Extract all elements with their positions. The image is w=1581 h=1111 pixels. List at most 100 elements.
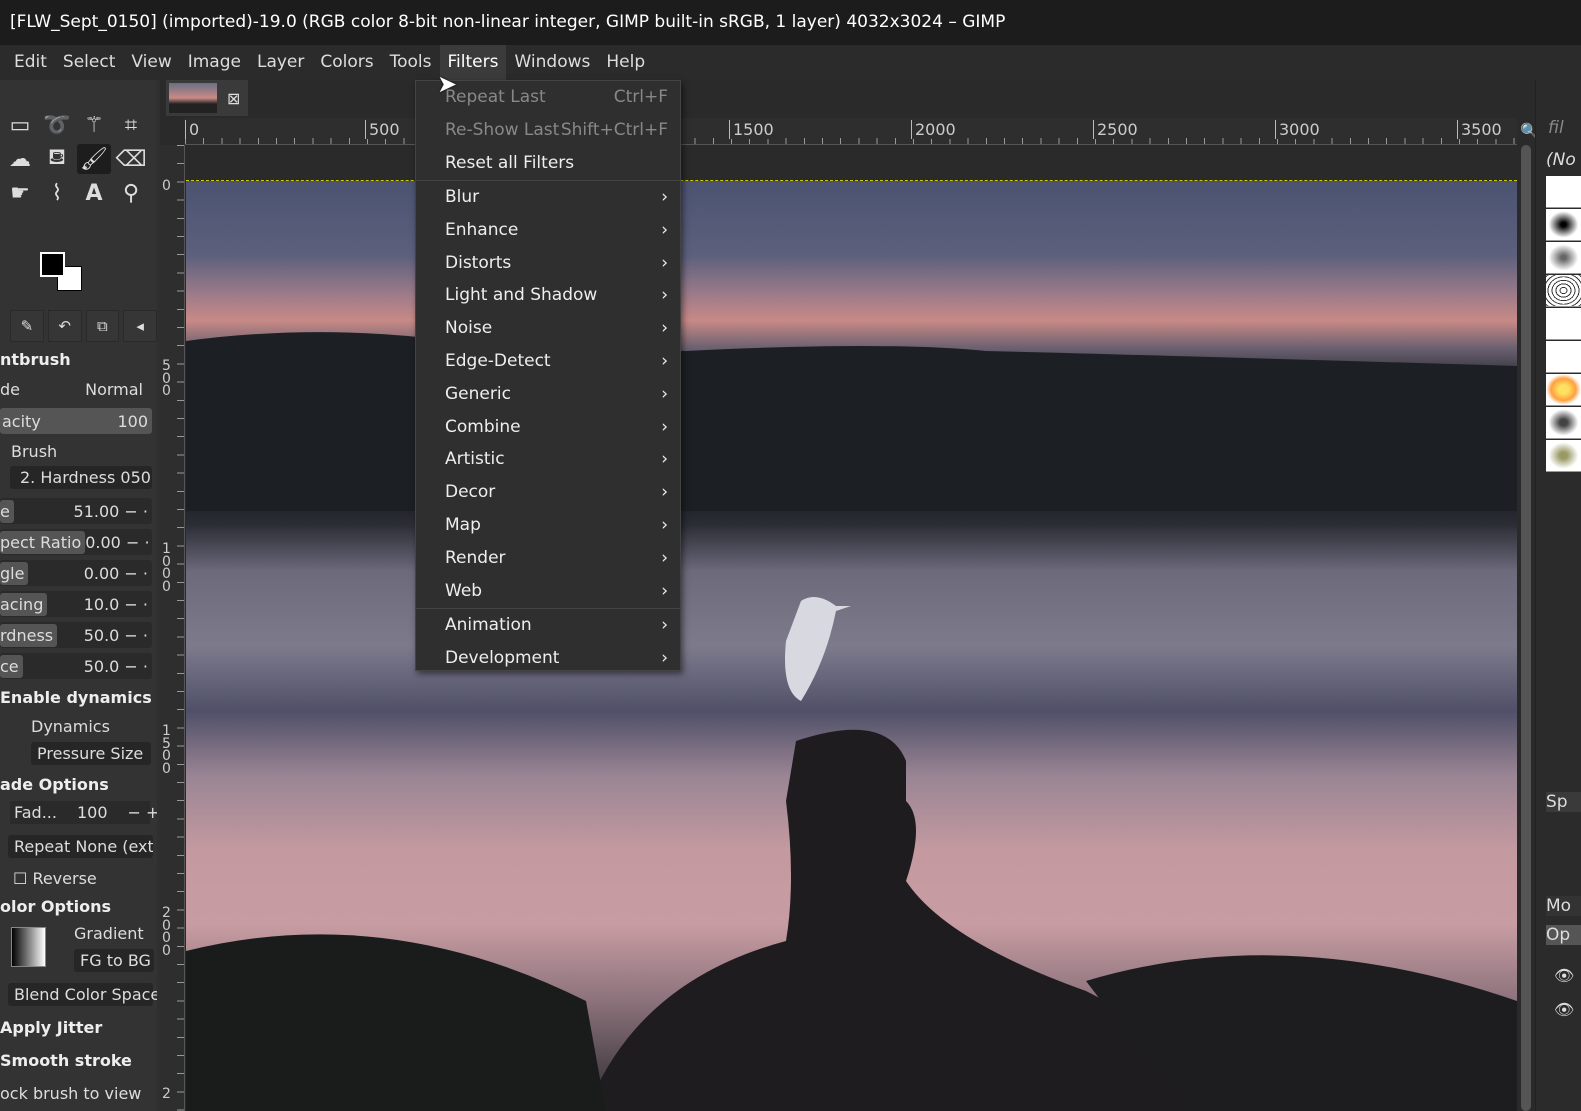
menu-help[interactable]: Help <box>598 45 653 80</box>
smooth-stroke-toggle[interactable]: Smooth stroke <box>0 1051 155 1070</box>
filters-menu: Repeat Last Ctrl+F Re-Show Last Shift+Ctrl+… <box>415 80 681 671</box>
menu-item-label: Enhance <box>445 219 519 240</box>
brush-preset[interactable] <box>1546 242 1581 274</box>
paintbrush-icon[interactable]: 🖌 <box>77 144 111 174</box>
menu-item[interactable]: Re-Show Last Shift+Ctrl+F <box>416 114 680 147</box>
menu-layer[interactable]: Layer <box>249 45 312 80</box>
warp-icon[interactable]: ☁ <box>3 144 37 174</box>
mode-select[interactable]: de Normal <box>0 380 155 399</box>
bucket-fill-icon[interactable]: ⛾ <box>40 144 74 174</box>
eye-icon[interactable]: 👁 <box>1554 1000 1574 1019</box>
brush-preset[interactable] <box>1546 209 1581 241</box>
menu-image[interactable]: Image <box>180 45 249 80</box>
brush-preset[interactable] <box>1546 341 1581 373</box>
submenu-item[interactable]: Edge-Detect › <box>416 345 680 378</box>
brush-preset[interactable] <box>1546 440 1581 472</box>
menu-item-label: Edge-Detect <box>445 351 551 371</box>
brush-param-slider[interactable]: gle 0.00 − · <box>0 560 152 586</box>
fade-options-toggle[interactable]: ade Options <box>0 775 155 794</box>
brush-select[interactable]: 2. Hardness 050 <box>10 466 152 489</box>
undo-history-icon[interactable]: ↶ <box>47 310 82 342</box>
ruler-label: 2 0 0 0 <box>162 906 174 958</box>
brush-param-slider[interactable]: e 51.00 − · <box>0 498 152 524</box>
menu-edit[interactable]: Edit <box>6 45 55 80</box>
fade-length[interactable]: Fad... 100 − + <box>10 801 157 824</box>
brush-param-slider[interactable]: ce 50.0 − · <box>0 653 152 679</box>
menu-view[interactable]: View <box>123 45 179 80</box>
chevron-right-icon: › <box>661 580 668 601</box>
color-picker-icon[interactable]: ⚲ <box>114 178 148 208</box>
image-tab[interactable]: ⊠ <box>166 80 248 116</box>
color-options-toggle[interactable]: olor Options <box>0 897 155 916</box>
image-canvas[interactable] <box>186 180 1517 1111</box>
chevron-right-icon: › <box>661 416 668 437</box>
vertical-scrollbar[interactable] <box>1521 145 1531 1111</box>
submenu-item[interactable]: Distorts › <box>416 247 680 280</box>
slider-value: 50.0 − · <box>83 625 148 645</box>
menu-select[interactable]: Select <box>55 45 123 80</box>
minus-plus-icon[interactable]: − + <box>128 803 158 822</box>
brush-param-slider[interactable]: acing 10.0 − · <box>0 591 152 617</box>
ruler-label: 3000 <box>1275 120 1320 139</box>
smudge-icon[interactable]: ☛ <box>3 178 37 208</box>
layer-opacity-field[interactable]: Op <box>1546 925 1581 945</box>
layer-mode-select[interactable]: Mo <box>1546 896 1581 916</box>
repeat-select[interactable]: Repeat None (ext <box>8 835 153 858</box>
menu-item[interactable]: Reset all Filters <box>416 147 680 180</box>
brush-preset[interactable] <box>1546 176 1581 208</box>
lock-brush-toggle[interactable]: ock brush to view <box>0 1084 155 1103</box>
apply-jitter-toggle[interactable]: Apply Jitter <box>0 1018 155 1037</box>
submenu-item[interactable]: Noise › <box>416 312 680 345</box>
brush-preset[interactable] <box>1546 374 1581 406</box>
slider-value: 10.0 − · <box>83 594 148 614</box>
slider-value: 51.00 − · <box>73 501 148 521</box>
eye-icon[interactable]: 👁 <box>1554 966 1574 985</box>
menu-colors[interactable]: Colors <box>312 45 381 80</box>
brush-preset[interactable] <box>1546 275 1581 307</box>
reverse-checkbox[interactable]: ☐ Reverse <box>13 869 157 888</box>
menu-tools[interactable]: Tools <box>382 45 440 80</box>
blend-color-space-select[interactable]: Blend Color Space <box>8 983 157 1006</box>
device-status-icon[interactable]: ✎ <box>10 310 44 342</box>
toolbox: ▭ ➰ ⚚ ⌗ ☁ ⛾ 🖌 ⌫ ☛ ⌇ A ⚲ ✎ ↶ ⧉ ◂ ntbrush … <box>0 80 157 1111</box>
fade-value: 100 <box>76 803 108 822</box>
submenu-item[interactable]: Animation › <box>416 609 680 642</box>
brush-preset[interactable] <box>1546 308 1581 340</box>
foreground-color[interactable] <box>40 252 65 277</box>
brush-param-slider[interactable]: pect Ratio 0.00 − · <box>0 529 152 555</box>
fuzzy-select-icon[interactable]: ⚚ <box>77 110 111 140</box>
submenu-item[interactable]: Artistic › <box>416 443 680 476</box>
opacity-value: 100 <box>117 411 148 431</box>
eraser-icon[interactable]: ⌫ <box>114 144 148 174</box>
opacity-slider[interactable]: acity 100 <box>0 408 152 434</box>
submenu-item[interactable]: Light and Shadow › <box>416 279 680 312</box>
enable-dynamics-toggle[interactable]: Enable dynamics <box>0 688 155 707</box>
submenu-item[interactable]: Development › <box>416 642 680 675</box>
submenu-item[interactable]: Web › <box>416 575 680 608</box>
gradient-preview[interactable] <box>11 927 46 967</box>
submenu-item[interactable]: Render › <box>416 542 680 575</box>
spacing-field[interactable]: Sp <box>1546 792 1581 812</box>
submenu-item[interactable]: Enhance › <box>416 214 680 247</box>
submenu-item[interactable]: Map › <box>416 509 680 542</box>
reverse-label: Reverse <box>32 869 97 888</box>
brush-param-slider[interactable]: rdness 50.0 − · <box>0 622 152 648</box>
submenu-item[interactable]: Decor › <box>416 476 680 509</box>
gradient-select[interactable]: FG to BG <box>74 949 154 972</box>
paths-icon[interactable]: ⌇ <box>40 178 74 208</box>
slider-value-text: 10.0 <box>83 594 120 614</box>
submenu-item[interactable]: Combine › <box>416 411 680 444</box>
submenu-item[interactable]: Generic › <box>416 378 680 411</box>
brush-preset[interactable] <box>1546 407 1581 439</box>
lasso-icon[interactable]: ➰ <box>40 110 74 140</box>
brush-filter-input[interactable]: fil <box>1548 118 1564 138</box>
menu-windows[interactable]: Windows <box>506 45 598 80</box>
close-icon[interactable]: ⊠ <box>227 89 240 108</box>
rect-select-icon[interactable]: ▭ <box>3 110 37 140</box>
crop-icon[interactable]: ⌗ <box>114 110 148 140</box>
text-icon[interactable]: A <box>77 178 111 208</box>
images-icon[interactable]: ⧉ <box>85 310 120 342</box>
dynamics-select[interactable]: Pressure Size <box>31 742 151 765</box>
submenu-item[interactable]: Blur › <box>416 181 680 214</box>
configure-tab-icon[interactable]: ◂ <box>123 310 157 342</box>
